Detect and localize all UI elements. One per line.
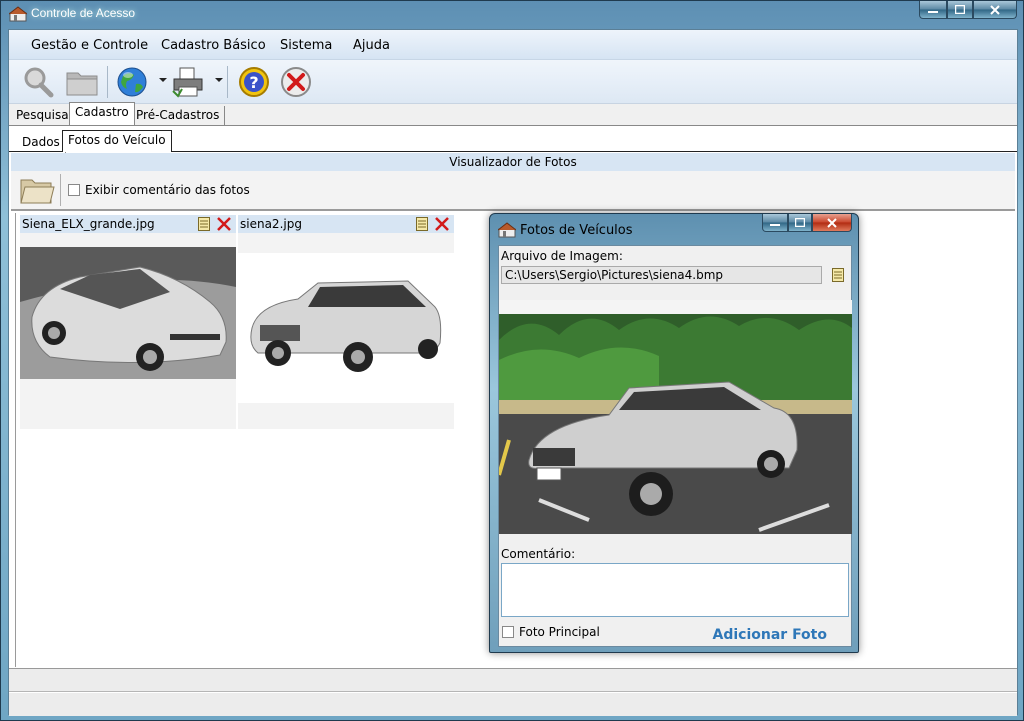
comment-textarea[interactable] bbox=[501, 563, 849, 617]
close-circle-icon[interactable] bbox=[279, 65, 313, 99]
close-icon bbox=[827, 217, 837, 228]
thumb-header: Siena_ELX_grande.jpg bbox=[20, 215, 236, 233]
dialog-window-controls bbox=[762, 214, 852, 232]
folder-icon[interactable] bbox=[65, 65, 99, 99]
vehicle-photo-dialog: Fotos de Veículos Arquivo de Imagem: C:\… bbox=[489, 213, 859, 653]
maximize-button[interactable] bbox=[947, 1, 973, 19]
sub-tabs: Dados Fotos do Veículo bbox=[9, 130, 1017, 153]
car-photo-1 bbox=[20, 247, 236, 379]
browse-file-icon[interactable] bbox=[832, 268, 844, 282]
app-icon bbox=[9, 6, 27, 22]
dialog-close-button[interactable] bbox=[812, 214, 852, 232]
main-window: Controle de Acesso Gestão e Controle Cad… bbox=[0, 0, 1024, 721]
title-bar[interactable]: Controle de Acesso bbox=[1, 1, 1023, 29]
file-label: Arquivo de Imagem: bbox=[501, 249, 623, 263]
tab-pesquisa[interactable]: Pesquisa bbox=[11, 106, 75, 126]
minimize-icon bbox=[770, 223, 780, 226]
car-photo-2 bbox=[238, 253, 454, 403]
open-folder-icon[interactable] bbox=[19, 175, 55, 205]
window-controls bbox=[919, 1, 1017, 19]
menu-ajuda[interactable]: Ajuda bbox=[353, 38, 390, 53]
minimize-icon bbox=[928, 10, 938, 13]
add-photo-button[interactable]: Adicionar Foto bbox=[713, 627, 828, 643]
tab-cadastro[interactable]: Cadastro bbox=[69, 102, 135, 125]
printer-dropdown-arrow[interactable] bbox=[215, 78, 223, 82]
toolbar: ? bbox=[9, 60, 1017, 104]
thumb-filename: Siena_ELX_grande.jpg bbox=[22, 217, 155, 231]
main-photo-label: Foto Principal bbox=[519, 625, 600, 639]
menu-sistema[interactable]: Sistema bbox=[280, 38, 332, 53]
dialog-minimize-button[interactable] bbox=[762, 214, 788, 232]
status-divider bbox=[9, 692, 1017, 693]
dialog-title: Fotos de Veículos bbox=[520, 223, 633, 238]
photo-thumb[interactable]: Siena_ELX_grande.jpg bbox=[20, 215, 236, 429]
photo-viewer-toolbar: Exibir comentário das fotos bbox=[11, 171, 1015, 211]
svg-text:?: ? bbox=[249, 73, 258, 92]
tab-dados[interactable]: Dados bbox=[17, 133, 66, 153]
menu-gestao[interactable]: Gestão e Controle bbox=[31, 38, 148, 53]
thumb-filename: siena2.jpg bbox=[240, 217, 302, 231]
toolbar-separator bbox=[227, 66, 228, 98]
dialog-body: Arquivo de Imagem: C:\Users\Sergio\Pictu… bbox=[498, 245, 852, 647]
main-tabs: Pesquisa Cadastro Pré-Cadastros bbox=[9, 102, 1017, 126]
thumb-header: siena2.jpg bbox=[238, 215, 454, 233]
photo-thumb[interactable]: siena2.jpg bbox=[238, 215, 454, 429]
toolbar-separator bbox=[107, 66, 108, 98]
globe-icon[interactable] bbox=[115, 65, 149, 99]
dialog-maximize-button[interactable] bbox=[788, 214, 812, 232]
delete-photo-icon[interactable] bbox=[216, 216, 232, 232]
vehicle-preview-image bbox=[499, 300, 852, 534]
minimize-button[interactable] bbox=[919, 1, 947, 19]
show-comments-label: Exibir comentário das fotos bbox=[85, 183, 250, 197]
main-photo-checkbox[interactable] bbox=[502, 626, 514, 638]
menu-cadastro-basico[interactable]: Cadastro Básico bbox=[161, 38, 266, 53]
tab-pre-cadastros[interactable]: Pré-Cadastros bbox=[131, 106, 226, 126]
menu-bar: Gestão e Controle Cadastro Básico Sistem… bbox=[9, 30, 1017, 60]
app-icon bbox=[498, 222, 516, 238]
photo-viewer-header: Visualizador de Fotos bbox=[11, 153, 1015, 171]
close-icon bbox=[990, 4, 1000, 15]
file-path-field[interactable]: C:\Users\Sergio\Pictures\siena4.bmp bbox=[501, 266, 822, 284]
help-icon[interactable]: ? bbox=[237, 65, 271, 99]
status-bar bbox=[9, 668, 1017, 716]
toolbar-separator bbox=[60, 174, 61, 206]
close-button[interactable] bbox=[973, 1, 1017, 19]
maximize-icon bbox=[955, 5, 965, 14]
comment-label: Comentário: bbox=[501, 547, 576, 561]
printer-icon[interactable] bbox=[171, 65, 205, 99]
globe-dropdown-arrow[interactable] bbox=[159, 78, 167, 82]
tab-fotos-veiculo[interactable]: Fotos do Veículo bbox=[62, 130, 172, 152]
magnifier-icon[interactable] bbox=[21, 65, 55, 99]
edit-note-icon[interactable] bbox=[198, 217, 210, 231]
maximize-icon bbox=[795, 218, 805, 227]
show-comments-checkbox[interactable] bbox=[68, 184, 80, 196]
edit-note-icon[interactable] bbox=[416, 217, 428, 231]
window-title: Controle de Acesso bbox=[31, 6, 136, 20]
delete-photo-icon[interactable] bbox=[434, 216, 450, 232]
